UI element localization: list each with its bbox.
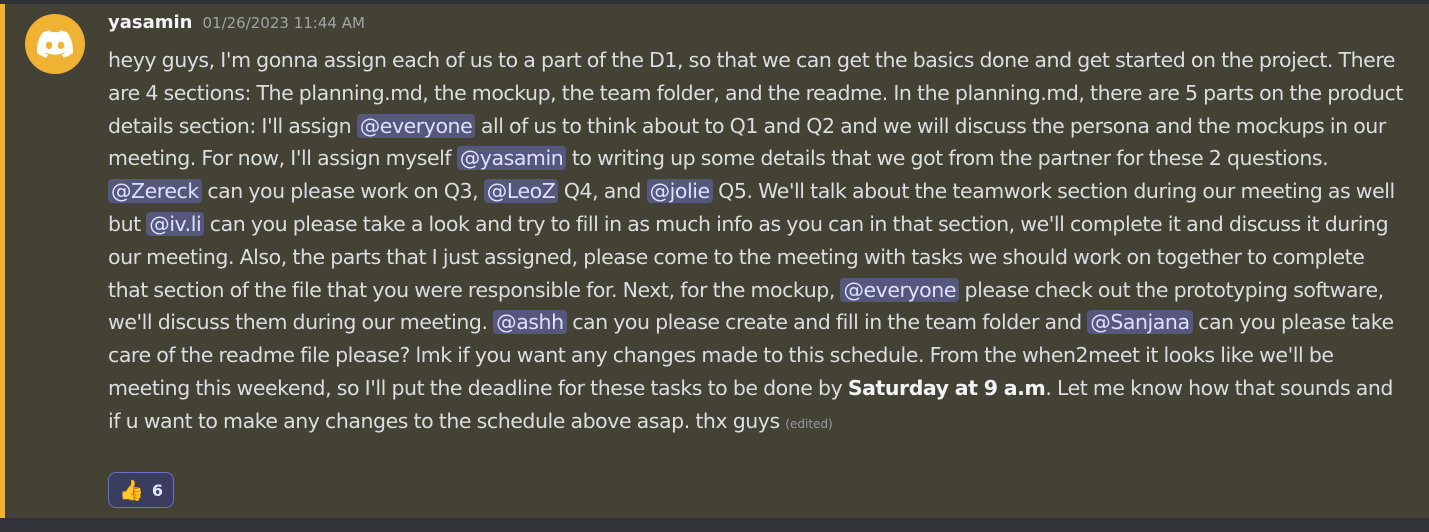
message-text: to writing up some details that we got f… xyxy=(566,146,1329,171)
mention-everyone[interactable]: @everyone xyxy=(356,113,476,138)
timestamp: 01/26/2023 11:44 AM xyxy=(202,14,365,32)
thumbs-up-icon: 👍 xyxy=(119,478,144,502)
message-text: can you please create and fill in the te… xyxy=(566,310,1088,335)
discord-logo-icon xyxy=(37,30,73,58)
mention-iv-li[interactable]: @iv.li xyxy=(146,211,205,236)
username[interactable]: yasamin xyxy=(108,12,192,33)
avatar[interactable] xyxy=(25,14,85,74)
mention-zereck[interactable]: @Zereck xyxy=(108,179,202,204)
message-text: can you please work on Q3, xyxy=(201,179,484,204)
mention-yasamin[interactable]: @yasamin xyxy=(456,146,567,171)
mention-everyone[interactable]: @everyone xyxy=(840,277,959,302)
message-content: heyy guys, I'm gonna assign each of us t… xyxy=(108,44,1408,441)
message-text: Q4, and xyxy=(558,179,647,204)
mention-leoz[interactable]: @LeoZ xyxy=(483,179,559,204)
chat-message[interactable]: yasamin 01/26/2023 11:44 AM heyy guys, I… xyxy=(0,4,1429,518)
reaction-thumbs-up[interactable]: 👍 6 xyxy=(108,472,175,508)
mention-ashh[interactable]: @ashh xyxy=(493,310,567,335)
bold-text: Saturday at 9 a.m xyxy=(847,375,1046,400)
message-header: yasamin 01/26/2023 11:44 AM xyxy=(108,12,365,33)
mention-sanjana[interactable]: @Sanjana xyxy=(1087,310,1193,335)
mention-jolie[interactable]: @jolie xyxy=(646,179,713,204)
edited-label: (edited) xyxy=(785,416,833,431)
reaction-count: 6 xyxy=(151,480,164,500)
chat-page: yasamin 01/26/2023 11:44 AM heyy guys, I… xyxy=(0,0,1429,532)
